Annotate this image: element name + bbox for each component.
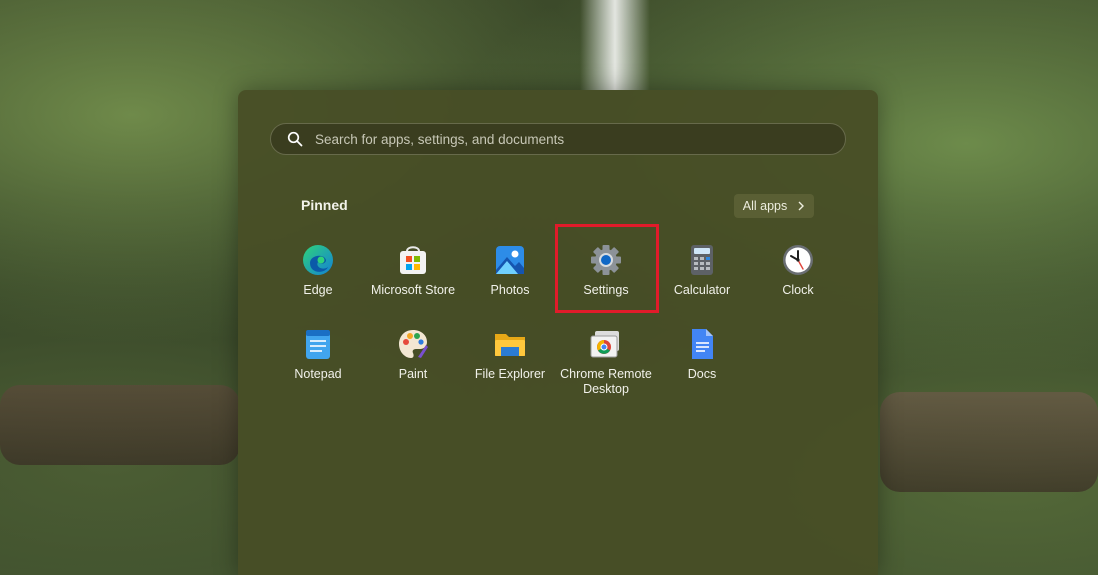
pinned-app-docs[interactable]: Docs bbox=[654, 321, 750, 397]
app-label: Calculator bbox=[673, 283, 731, 297]
app-label: Clock bbox=[782, 283, 814, 297]
pinned-app-notepad[interactable]: Notepad bbox=[270, 321, 366, 397]
app-label: File Explorer bbox=[474, 367, 546, 381]
pinned-app-microsoft-store[interactable]: Microsoft Store bbox=[365, 237, 461, 313]
all-apps-label: All apps bbox=[742, 199, 788, 213]
app-label: Chrome Remote Desktop bbox=[556, 367, 656, 397]
wallpaper-log-left bbox=[0, 385, 240, 465]
app-label: Photos bbox=[490, 283, 530, 297]
app-label-line1: Chrome Remote bbox=[560, 367, 652, 381]
search-icon bbox=[287, 131, 303, 147]
pinned-app-file-explorer[interactable]: File Explorer bbox=[462, 321, 558, 397]
app-label: Paint bbox=[398, 367, 428, 381]
chrome-remote-desktop-icon bbox=[589, 327, 623, 361]
edge-icon bbox=[301, 243, 335, 277]
folder-icon bbox=[493, 327, 527, 361]
store-icon bbox=[396, 243, 430, 277]
clock-icon bbox=[781, 243, 815, 277]
wallpaper-waterfall bbox=[580, 0, 650, 90]
photos-icon bbox=[493, 243, 527, 277]
app-label-line2: Desktop bbox=[583, 382, 629, 396]
app-label: Microsoft Store bbox=[370, 283, 456, 297]
app-label: Edge bbox=[303, 283, 333, 297]
settings-highlight-box bbox=[555, 224, 659, 313]
pinned-app-photos[interactable]: Photos bbox=[462, 237, 558, 313]
pinned-app-chrome-remote-desktop[interactable]: Chrome Remote Desktop bbox=[558, 321, 654, 397]
wallpaper-log-right bbox=[880, 392, 1098, 492]
search-box[interactable] bbox=[270, 123, 846, 155]
pinned-app-paint[interactable]: Paint bbox=[365, 321, 461, 397]
pinned-app-edge[interactable]: Edge bbox=[270, 237, 366, 313]
notepad-icon bbox=[301, 327, 335, 361]
search-input[interactable] bbox=[313, 130, 845, 148]
app-label: Docs bbox=[687, 367, 717, 381]
calculator-icon bbox=[685, 243, 719, 277]
pinned-app-calculator[interactable]: Calculator bbox=[654, 237, 750, 313]
pinned-app-clock[interactable]: Clock bbox=[750, 237, 846, 313]
paint-icon bbox=[396, 327, 430, 361]
chevron-right-icon bbox=[798, 201, 805, 211]
app-label: Notepad bbox=[294, 367, 342, 381]
start-menu: Pinned All apps Edge bbox=[238, 90, 878, 575]
all-apps-button[interactable]: All apps bbox=[734, 194, 814, 218]
pinned-heading: Pinned bbox=[301, 197, 348, 213]
docs-icon bbox=[685, 327, 719, 361]
